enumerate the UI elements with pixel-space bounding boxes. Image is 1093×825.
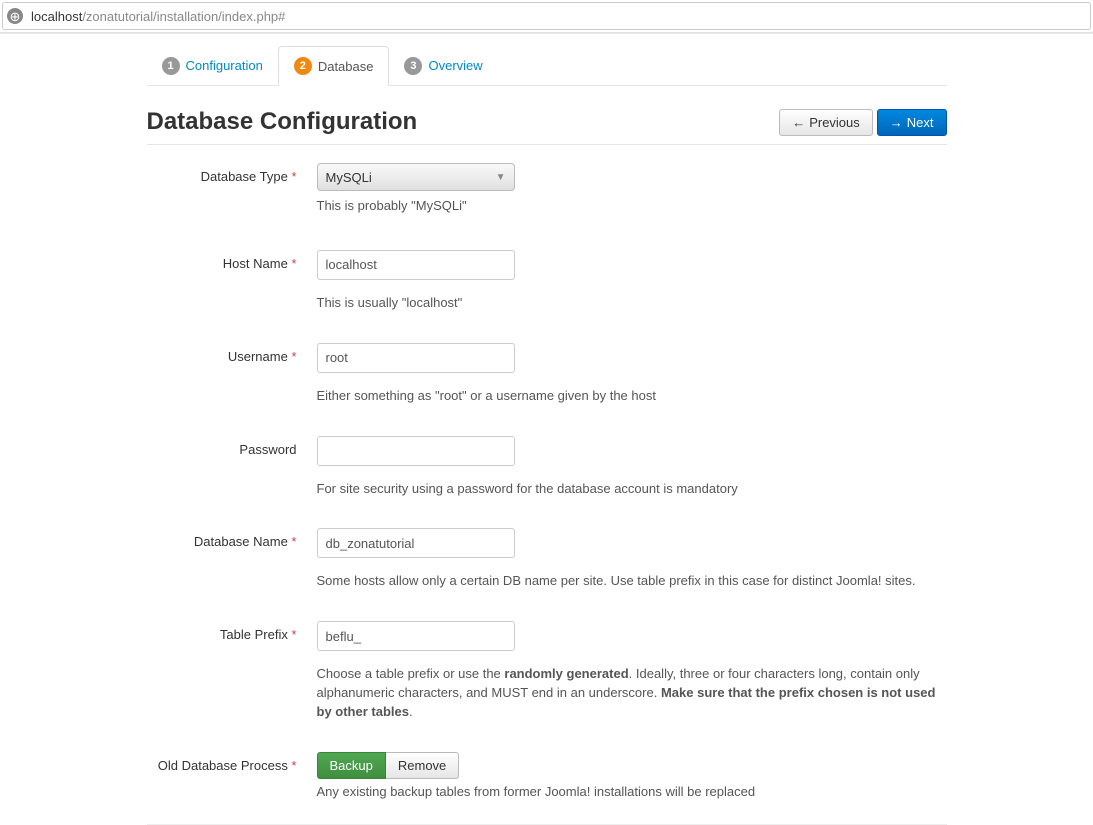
prefix-label: Table Prefix *	[147, 621, 317, 722]
step-label: Overview	[428, 58, 482, 73]
wizard-steps: 1 Configuration 2 Database 3 Overview	[147, 46, 947, 86]
db-type-label: Database Type *	[147, 163, 317, 216]
step-overview[interactable]: 3 Overview	[389, 47, 497, 85]
step-database[interactable]: 2 Database	[278, 46, 390, 86]
site-identity-icon	[7, 8, 23, 24]
previous-label: Previous	[809, 115, 860, 130]
remove-button[interactable]: Remove	[386, 752, 459, 779]
page-title: Database Configuration	[147, 108, 418, 136]
nav-button-group: Previous Next	[779, 109, 946, 136]
db-name-label: Database Name *	[147, 528, 317, 591]
browser-chrome-divider	[0, 32, 1093, 34]
db-type-select[interactable]: MySQLi ▼	[317, 163, 515, 191]
chevron-down-icon: ▼	[496, 172, 506, 183]
url-text: localhost/zonatutorial/installation/inde…	[31, 9, 285, 24]
backup-button[interactable]: Backup	[317, 752, 386, 779]
required-star: *	[288, 534, 297, 549]
db-name-input[interactable]	[317, 528, 515, 558]
url-host: localhost	[31, 9, 82, 24]
step-number-badge: 2	[294, 57, 312, 75]
next-label: Next	[907, 115, 934, 130]
required-star: *	[288, 256, 297, 271]
password-help: For site security using a password for t…	[317, 480, 947, 499]
step-number-badge: 3	[404, 57, 422, 75]
old-db-help: Any existing backup tables from former J…	[317, 783, 947, 802]
arrow-right-icon	[890, 115, 903, 130]
host-input[interactable]	[317, 250, 515, 280]
username-label: Username *	[147, 343, 317, 406]
step-label: Database	[318, 59, 374, 74]
password-label: Password	[147, 436, 317, 499]
required-star: *	[288, 627, 297, 642]
old-db-label: Old Database Process *	[147, 752, 317, 802]
username-input[interactable]	[317, 343, 515, 373]
db-name-help: Some hosts allow only a certain DB name …	[317, 572, 947, 591]
step-label: Configuration	[186, 58, 263, 73]
db-type-value: MySQLi	[326, 170, 372, 185]
required-star: *	[288, 169, 297, 184]
host-help: This is usually "localhost"	[317, 294, 947, 313]
browser-address-bar[interactable]: localhost/zonatutorial/installation/inde…	[2, 2, 1091, 30]
db-type-help: This is probably "MySQLi"	[317, 197, 947, 216]
next-button[interactable]: Next	[877, 109, 947, 136]
required-star: *	[288, 349, 297, 364]
url-path: /zonatutorial/installation/index.php#	[82, 9, 285, 24]
prefix-input[interactable]	[317, 621, 515, 651]
arrow-left-icon	[792, 115, 805, 130]
section-divider	[147, 824, 947, 825]
required-star: *	[288, 758, 297, 773]
password-input[interactable]	[317, 436, 515, 466]
username-help: Either something as "root" or a username…	[317, 387, 947, 406]
host-label: Host Name *	[147, 250, 317, 313]
prefix-help: Choose a table prefix or use the randoml…	[317, 665, 947, 722]
step-configuration[interactable]: 1 Configuration	[147, 47, 278, 85]
previous-button[interactable]: Previous	[779, 109, 873, 136]
step-number-badge: 1	[162, 57, 180, 75]
